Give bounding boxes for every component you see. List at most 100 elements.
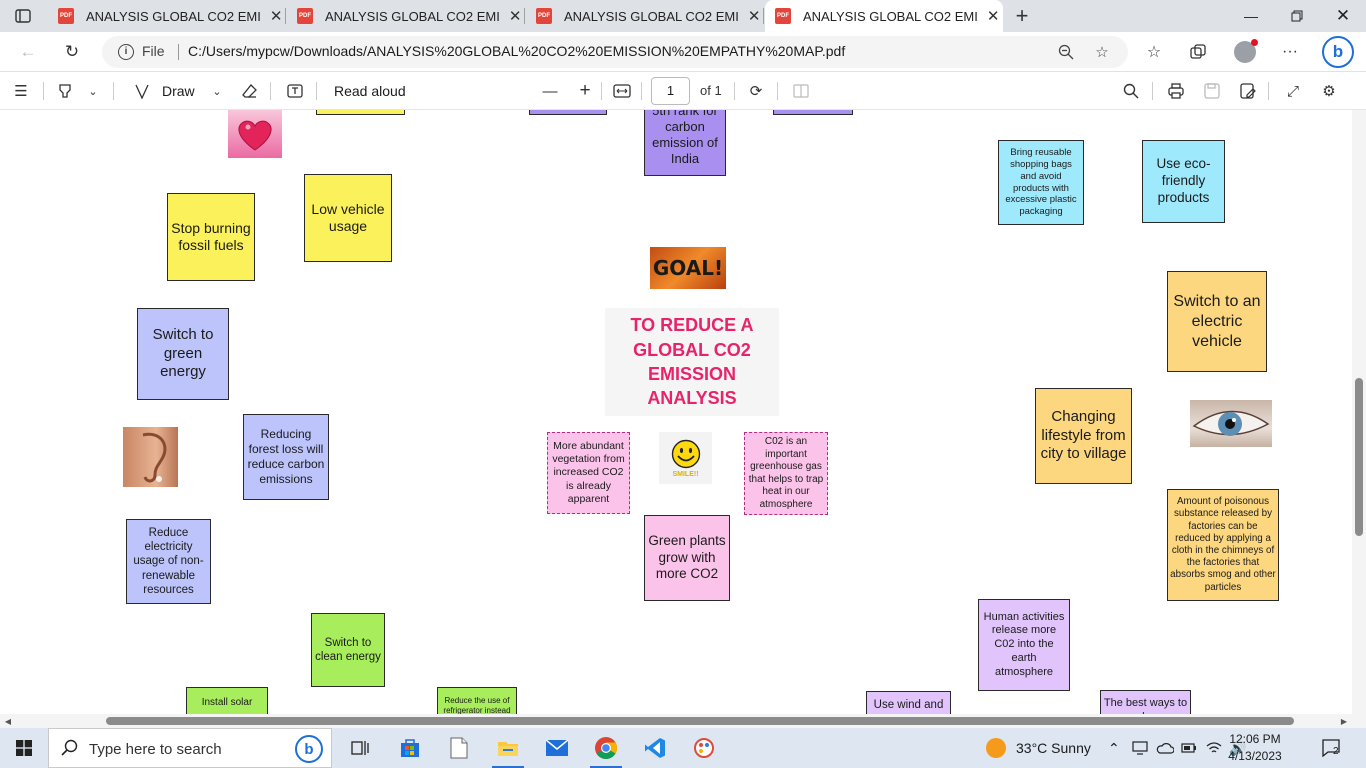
divider — [777, 82, 778, 100]
weather-widget[interactable]: 33°C Sunny — [986, 728, 1091, 768]
settings-icon[interactable]: ⚙ — [1318, 80, 1340, 102]
scroll-right-icon[interactable]: ▶ — [1337, 714, 1351, 728]
close-icon[interactable]: ✕ — [744, 6, 764, 26]
close-icon[interactable]: ✕ — [505, 6, 525, 26]
print-icon[interactable] — [1165, 80, 1187, 102]
zoom-in-icon[interactable]: + — [574, 80, 596, 102]
bing-icon[interactable]: b — [295, 735, 323, 763]
onedrive-icon[interactable] — [1156, 728, 1174, 768]
wifi-icon[interactable] — [1206, 728, 1222, 768]
info-icon[interactable]: i — [118, 44, 134, 60]
store-icon[interactable] — [386, 728, 434, 768]
browser-tab[interactable]: PDF ANALYSIS GLOBAL CO2 EMISSIO ✕ — [287, 0, 525, 32]
draw-icon[interactable] — [131, 80, 153, 102]
sticky-note: Low vehicle usage — [304, 174, 392, 262]
contents-icon[interactable]: ☰ — [10, 80, 32, 102]
url-text[interactable]: C:/Users/mypcw/Downloads/ANALYSIS%20GLOB… — [188, 43, 845, 59]
browser-tab-active[interactable]: PDF ANALYSIS GLOBAL CO2 EMISSIO ✕ — [765, 0, 1003, 32]
eraser-icon[interactable] — [239, 80, 261, 102]
chevron-up-icon[interactable]: ⌃ — [1108, 728, 1120, 768]
read-aloud-button[interactable]: Read aloud — [334, 83, 406, 99]
pdf-page: 5th rank for carbon emission of India St… — [0, 110, 1366, 728]
file-explorer-icon[interactable] — [484, 728, 532, 768]
task-view-icon[interactable] — [336, 728, 384, 768]
fit-page-icon[interactable] — [611, 80, 633, 102]
notepad-icon[interactable] — [435, 728, 483, 768]
more-icon[interactable]: ··· — [1276, 38, 1304, 66]
favorite-add-icon[interactable]: ☆ — [1092, 42, 1112, 62]
pdf-icon: PDF — [775, 8, 791, 24]
zoom-out-icon[interactable]: — — [539, 80, 561, 102]
chevron-down-icon[interactable]: ⌄ — [206, 80, 228, 102]
divider — [178, 44, 179, 60]
clock[interactable]: 12:06 PM 4/13/2023 — [1226, 731, 1284, 765]
page-title: TO REDUCE A GLOBAL CO2 EMISSION ANALYSIS — [605, 308, 779, 416]
tab-title: ANALYSIS GLOBAL CO2 EMISSIO — [564, 8, 739, 24]
save-as-icon[interactable] — [1237, 80, 1259, 102]
chrome-icon[interactable] — [582, 728, 630, 768]
sticky-note: Switch to an electric vehicle — [1167, 271, 1267, 372]
sticky-note: Switch to clean energy — [311, 613, 385, 687]
paint-icon[interactable] — [680, 728, 728, 768]
smiley-icon — [671, 439, 700, 468]
divider — [270, 82, 271, 100]
vertical-scrollbar[interactable] — [1352, 110, 1366, 728]
save-icon[interactable] — [1201, 80, 1223, 102]
text-icon[interactable] — [284, 80, 306, 102]
notification-icon[interactable]: 2 — [1322, 728, 1340, 768]
back-icon[interactable]: ← — [14, 38, 42, 66]
search-placeholder: Type here to search — [89, 741, 222, 758]
scrollbar-thumb[interactable] — [106, 717, 1294, 725]
favorites-icon[interactable]: ☆ — [1140, 38, 1168, 66]
url-box[interactable]: i File C:/Users/mypcw/Downloads/ANALYSIS… — [102, 36, 1128, 68]
scroll-left-icon[interactable]: ◀ — [1, 714, 15, 728]
sticky-note: Use eco-friendly products — [1142, 140, 1225, 223]
pdf-icon: PDF — [536, 8, 552, 24]
highlight-icon[interactable] — [54, 80, 76, 102]
restore-icon[interactable] — [1274, 0, 1320, 32]
plus-icon[interactable]: + — [1010, 3, 1034, 28]
sticky-note: C02 is an important greenhouse gas that … — [744, 432, 828, 515]
fullscreen-icon[interactable]: ⤢ — [1282, 80, 1304, 102]
chevron-down-icon[interactable]: ⌄ — [82, 80, 104, 102]
horizontal-scrollbar[interactable]: ◀ ▶ — [0, 714, 1352, 728]
page-total: of 1 — [700, 83, 722, 98]
close-icon[interactable]: ✕ — [266, 6, 286, 26]
smiley-image: SMILE!! — [659, 432, 712, 484]
close-icon[interactable]: ✕ — [983, 6, 1003, 26]
zoom-icon[interactable] — [1056, 42, 1076, 62]
profile-icon[interactable] — [1234, 39, 1258, 63]
divider — [601, 82, 602, 100]
tab-actions-icon[interactable] — [8, 5, 38, 27]
bing-icon[interactable]: b — [1322, 36, 1354, 68]
browser-tab[interactable]: PDF ANALYSIS GLOBAL CO2 EMISSIO ✕ — [526, 0, 764, 32]
collections-icon[interactable] — [1184, 38, 1212, 66]
taskbar-search[interactable]: Type here to search b — [48, 728, 332, 768]
page-view-icon[interactable] — [790, 80, 812, 102]
windows-start-icon[interactable] — [0, 728, 48, 768]
refresh-icon[interactable]: ↻ — [58, 38, 86, 66]
search-icon — [61, 739, 79, 762]
sticky-note — [316, 110, 405, 115]
taskbar: Type here to search b 33°C Sunny ⌃ 🔊 12:… — [0, 728, 1366, 768]
network-icon[interactable] — [1132, 728, 1148, 768]
eye-image — [1190, 400, 1272, 447]
ear-image — [123, 427, 178, 487]
divider — [1152, 82, 1153, 100]
heart-image — [228, 110, 282, 158]
battery-icon[interactable] — [1181, 728, 1197, 768]
page-number-input[interactable]: 1 — [651, 77, 690, 105]
rotate-icon[interactable]: ⟳ — [745, 80, 767, 102]
scrollbar-thumb[interactable] — [1355, 378, 1363, 536]
browser-tab[interactable]: PDF ANALYSIS GLOBAL CO2 EMISSIO ✕ — [48, 0, 286, 32]
divider — [734, 82, 735, 100]
close-icon[interactable]: ✕ — [1320, 0, 1366, 32]
minimize-icon[interactable]: — — [1228, 0, 1274, 32]
tab-title: ANALYSIS GLOBAL CO2 EMISSIO — [803, 8, 978, 24]
search-icon[interactable] — [1120, 80, 1142, 102]
mail-icon[interactable] — [533, 728, 581, 768]
draw-button[interactable]: Draw — [162, 83, 195, 99]
vscode-icon[interactable] — [631, 728, 679, 768]
sticky-note: Changing lifestyle from city to village — [1035, 388, 1132, 484]
sticky-note: Human activities release more C02 into t… — [978, 599, 1070, 691]
